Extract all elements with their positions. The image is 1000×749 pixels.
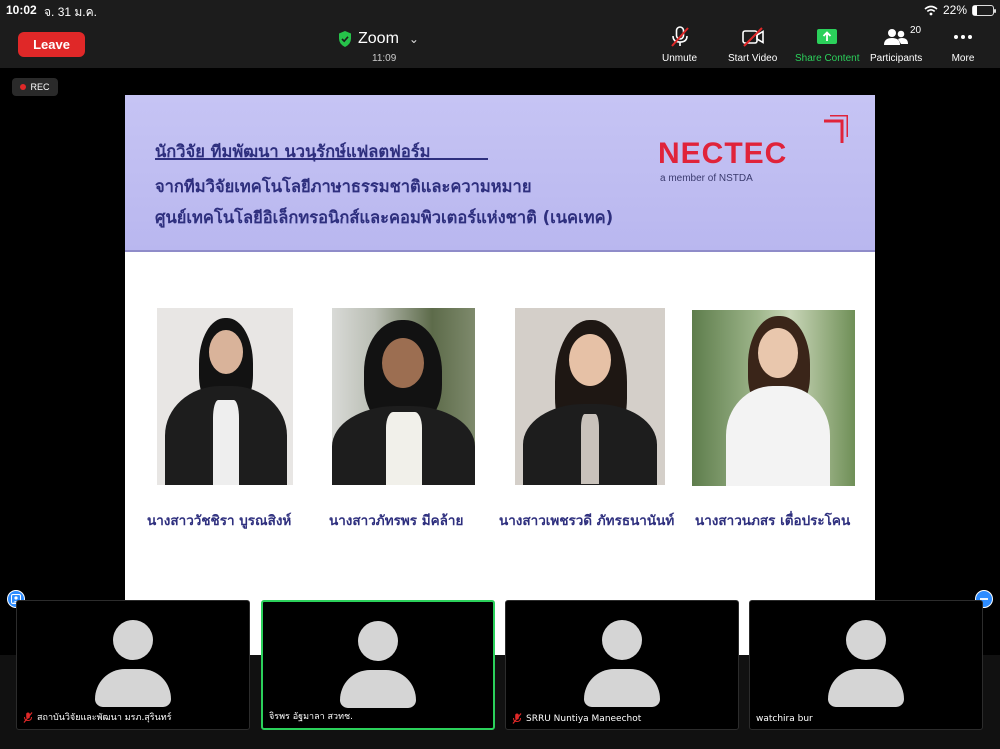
participant-name-row: SRRU Nuntiya Maneechot [512, 713, 641, 724]
record-dot-icon [20, 84, 27, 90]
more-button[interactable]: More [950, 26, 976, 64]
person-name-4: นางสาวนภสร เตื่อประโคน [695, 513, 851, 529]
meeting-title-dropdown[interactable]: Zoom ⌄ [338, 30, 419, 48]
avatar-icon [358, 621, 398, 661]
person-photo-4 [692, 310, 855, 486]
avatar-icon [846, 620, 886, 660]
recording-label: REC [30, 82, 50, 92]
mic-muted-icon [23, 711, 33, 723]
participants-label: Participants [870, 53, 923, 64]
participant-name: SRRU Nuntiya Maneechot [526, 713, 642, 724]
share-content-button[interactable]: Share Content [795, 26, 860, 64]
participant-name-row: สถาบันวิจัยและพัฒนา มรภ.สุรินทร์ [23, 710, 172, 724]
unmute-label: Unmute [662, 53, 698, 64]
mic-muted-icon [512, 713, 522, 724]
participant-tile-3[interactable]: SRRU Nuntiya Maneechot [505, 600, 739, 730]
avatar-icon [602, 620, 642, 660]
avatar-body [828, 669, 904, 707]
start-video-button[interactable]: Start Video [728, 26, 777, 64]
slide-heading-line-2: จากทีมวิจัยเทคโนโลยีภาษาธรรมชาติและความห… [155, 177, 532, 196]
leave-button[interactable]: Leave [18, 32, 85, 57]
slide-heading-line-3: ศูนย์เทคโนโลยีอิเล็กทรอนิกส์และคอมพิวเตอ… [155, 208, 614, 227]
heading-underline [155, 158, 488, 160]
mic-muted-icon [670, 26, 689, 47]
participants-icon [884, 29, 909, 45]
battery-icon [972, 4, 996, 16]
status-bar: 10:02 จ. 31 ม.ค. 22% [0, 0, 1000, 20]
nectec-logo-mark-icon [824, 115, 848, 143]
nectec-logo-text: NECTEC [658, 137, 788, 170]
recording-badge[interactable]: REC [12, 78, 58, 96]
participant-name-row: จิรพร อัฐมาลา สวทช. [269, 709, 353, 723]
wifi-icon [924, 5, 938, 15]
participant-tile-2-active-speaker[interactable]: จิรพร อัฐมาลา สวทช. [261, 600, 495, 730]
nectec-logo: NECTEC a member of NSTDA [658, 115, 858, 190]
person-name-3: นางสาวเพชรวดี ภัทรธนานันท์ [499, 513, 675, 529]
participant-name: จิรพร อัฐมาลา สวทช. [269, 712, 353, 722]
person-name-2: นางสาวภัทรพร มีคล้าย [329, 513, 464, 529]
person-photo-3 [515, 308, 665, 485]
meeting-elapsed-time: 11:09 [372, 53, 397, 64]
participants-button[interactable]: 20 Participants [870, 25, 923, 64]
video-off-icon [741, 27, 764, 47]
person-photo-1 [157, 308, 293, 485]
participants-count: 20 [910, 25, 922, 36]
participant-name-row: watchira bur [756, 714, 813, 724]
avatar-body [584, 669, 660, 707]
meeting-toolbar: Leave Zoom ⌄ 11:09 Unmute Start Video Sh… [0, 20, 1000, 68]
shared-slide: นักวิจัย ทีมพัฒนา นวนุรักษ์แฟลตฟอร์ม จาก… [125, 95, 875, 655]
avatar-icon [113, 620, 153, 660]
more-dots-icon [954, 35, 972, 39]
participant-name: สถาบันวิจัยและพัฒนา มรภ.สุรินทร์ [37, 713, 172, 723]
start-video-label: Start Video [728, 53, 778, 64]
participant-tile-1[interactable]: สถาบันวิจัยและพัฒนา มรภ.สุรินทร์ [16, 600, 250, 730]
slide-heading-line-1: นักวิจัย ทีมพัฒนา นวนุรักษ์แฟลตฟอร์ม [155, 142, 431, 161]
chevron-down-icon: ⌄ [408, 32, 419, 46]
status-right: 22% [924, 3, 996, 17]
shield-check-icon [339, 31, 351, 47]
share-screen-icon [817, 29, 838, 44]
avatar-body [340, 670, 416, 708]
battery-percent: 22% [942, 3, 967, 17]
share-content-label: Share Content [795, 53, 860, 64]
participant-tile-4[interactable]: watchira bur [749, 600, 983, 730]
slide-header: นักวิจัย ทีมพัฒนา นวนุรักษ์แฟลตฟอร์ม จาก… [125, 95, 875, 252]
meeting-name: Zoom [358, 30, 399, 47]
person-name-1: นางสาววัชชิรา บูรณสิงห์ [147, 513, 292, 529]
avatar-body [95, 669, 171, 707]
nectec-logo-subtext: a member of NSTDA [660, 173, 753, 184]
unmute-button[interactable]: Unmute [662, 26, 697, 64]
more-label: More [951, 53, 975, 64]
participant-name: watchira bur [756, 714, 813, 724]
status-time: 10:02 [6, 3, 37, 17]
person-photo-2 [332, 308, 475, 485]
